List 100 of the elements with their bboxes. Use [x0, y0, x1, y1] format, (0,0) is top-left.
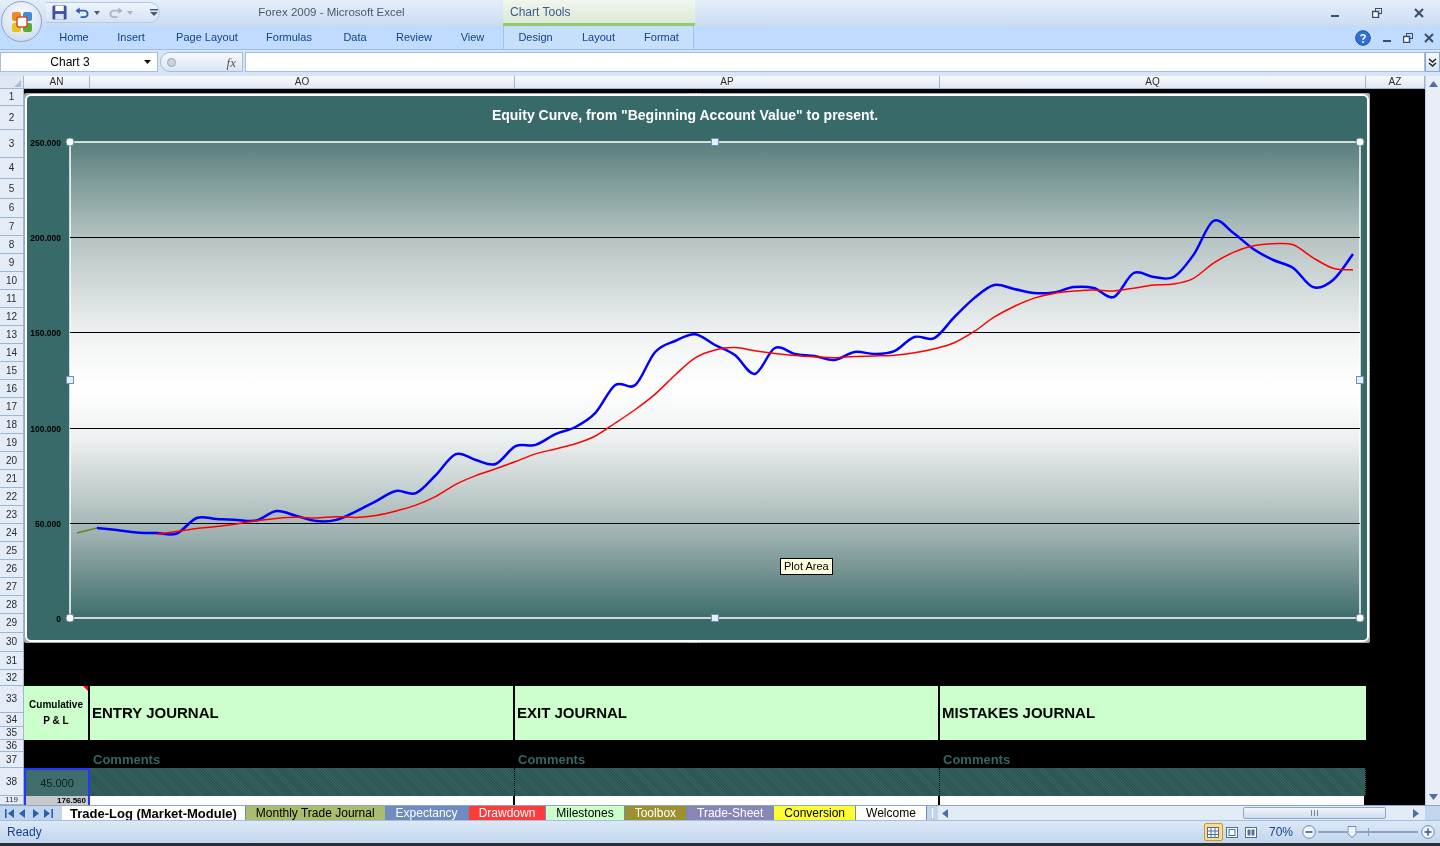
splitter-handle-icon[interactable] [930, 807, 934, 819]
close-icon[interactable] [1424, 32, 1434, 43]
row-header[interactable]: 35 [0, 727, 24, 740]
resize-handle-icon[interactable] [688, 93, 702, 96]
column-header[interactable]: AQ [940, 76, 1366, 89]
row-header[interactable]: 20 [0, 452, 24, 470]
expand-formula-button[interactable] [1425, 52, 1440, 72]
row-header[interactable]: 30 [0, 633, 24, 652]
ribbon-tab[interactable]: Layout [567, 26, 630, 49]
customize-icon[interactable] [150, 9, 158, 16]
row-header[interactable]: 10 [0, 272, 24, 290]
zoom-slider[interactable] [1318, 825, 1418, 839]
column-header[interactable]: AO [90, 76, 515, 89]
row-header[interactable]: 22 [0, 488, 24, 506]
name-box[interactable]: Chart 3 [0, 52, 158, 72]
row-header[interactable]: 11 [0, 290, 24, 308]
resize-handle-icon[interactable] [711, 614, 719, 622]
row-header[interactable]: 31 [0, 652, 24, 670]
row-header[interactable]: 1 [0, 89, 24, 106]
row-header[interactable]: 28 [0, 596, 24, 614]
sheet-tab[interactable]: Trade-Log (Market-Module) [62, 806, 246, 820]
row-header[interactable]: 16 [0, 380, 24, 398]
slider-thumb[interactable] [1347, 826, 1357, 838]
ribbon-tab[interactable]: Review [386, 26, 442, 49]
scroll-right-icon[interactable] [1413, 808, 1419, 818]
ribbon-tab[interactable]: Page Layout [160, 26, 254, 49]
horizontal-scrollbar[interactable] [937, 806, 1425, 820]
row-header[interactable]: 36 [0, 740, 24, 752]
row-header[interactable]: 8 [0, 236, 24, 254]
save-icon[interactable] [52, 5, 67, 20]
row-header[interactable]: 21 [0, 470, 24, 488]
row-header[interactable]: 27 [0, 578, 24, 596]
scrollbar-thumb[interactable] [1243, 807, 1386, 819]
normal-view-button[interactable] [1203, 823, 1223, 841]
row-header[interactable]: 17 [0, 398, 24, 416]
formula-input[interactable] [245, 52, 1425, 72]
last-sheet-icon[interactable] [44, 808, 53, 818]
resize-handle-icon[interactable] [1355, 137, 1365, 147]
row-header[interactable]: 24 [0, 524, 24, 542]
column-header[interactable]: AP [515, 76, 940, 89]
row-header[interactable]: 29 [0, 614, 24, 633]
column-header[interactable]: AZ [1366, 76, 1425, 89]
row-header[interactable]: 33 [0, 686, 24, 713]
comment-indicator-icon[interactable] [83, 686, 88, 691]
resize-handle-icon[interactable] [1356, 376, 1364, 384]
row-header[interactable]: 7 [0, 218, 24, 236]
resize-handle-icon[interactable] [688, 640, 702, 643]
row-header[interactable]: 2 [0, 106, 24, 130]
row-header[interactable]: 3 [0, 130, 24, 158]
scroll-left-icon[interactable] [941, 808, 948, 818]
row-header[interactable]: 18 [0, 416, 24, 434]
restore-icon[interactable] [1403, 32, 1413, 43]
vertical-scrollbar[interactable] [1425, 76, 1440, 805]
ribbon-tab[interactable]: Format [630, 26, 693, 49]
zoom-out-icon[interactable] [1302, 825, 1316, 839]
row-header[interactable]: 37 [0, 752, 24, 768]
resize-handle-icon[interactable] [711, 138, 719, 146]
resize-handle-icon[interactable] [66, 376, 74, 384]
first-sheet-icon[interactable] [5, 808, 14, 818]
restore-icon[interactable] [1372, 8, 1382, 18]
ribbon-tab[interactable]: View [442, 26, 503, 49]
row-header[interactable]: 23 [0, 506, 24, 524]
row-header[interactable]: 38 [0, 768, 24, 796]
ribbon-tab[interactable]: Data [324, 26, 386, 49]
row-header[interactable]: 6 [0, 199, 24, 218]
ribbon-tab[interactable]: Home [46, 26, 102, 49]
caret-icon[interactable] [144, 60, 151, 64]
row-header[interactable]: 12 [0, 308, 24, 326]
undo-icon[interactable] [75, 6, 90, 19]
row-header[interactable]: 5 [0, 179, 24, 199]
row-header[interactable]: 32 [0, 670, 24, 686]
resize-handle-icon[interactable] [65, 613, 75, 623]
ribbon-tab[interactable]: Formulas [254, 26, 324, 49]
ribbon-tab[interactable]: Insert [102, 26, 160, 49]
ribbon-tab[interactable]: Design [504, 26, 567, 49]
sheet-tab[interactable]: Monthly Trade Journal [245, 806, 386, 820]
row-header[interactable]: 9 [0, 254, 24, 272]
row-header[interactable]: 4 [0, 158, 24, 179]
sheet-tab[interactable]: Drawdown [468, 806, 547, 820]
handle-icon[interactable] [167, 57, 176, 67]
resize-handle-icon[interactable] [1367, 362, 1370, 376]
row-header[interactable]: 13 [0, 326, 24, 344]
scroll-down-icon[interactable] [1428, 794, 1438, 800]
next-sheet-icon[interactable] [31, 808, 40, 818]
sheet-tab[interactable]: Milestones [546, 806, 625, 820]
resize-handle-icon[interactable] [65, 137, 75, 147]
row-header[interactable]: 34 [0, 713, 24, 727]
close-icon[interactable] [1414, 8, 1424, 18]
plot-area[interactable] [69, 141, 1361, 619]
row-header[interactable]: 19 [0, 434, 24, 452]
insert-function-button[interactable]: fx [226, 55, 236, 69]
sheet-tab[interactable]: Conversion [774, 806, 857, 820]
previous-sheet-icon[interactable] [18, 808, 27, 818]
help-icon[interactable] [1355, 29, 1371, 46]
row-header[interactable]: 14 [0, 344, 24, 362]
row-header[interactable]: 15 [0, 362, 24, 380]
resize-handle-icon[interactable] [1355, 613, 1365, 623]
row-header[interactable]: 25 [0, 542, 24, 560]
zoom-in-icon[interactable] [1421, 825, 1435, 839]
scroll-up-icon[interactable] [1428, 81, 1438, 87]
